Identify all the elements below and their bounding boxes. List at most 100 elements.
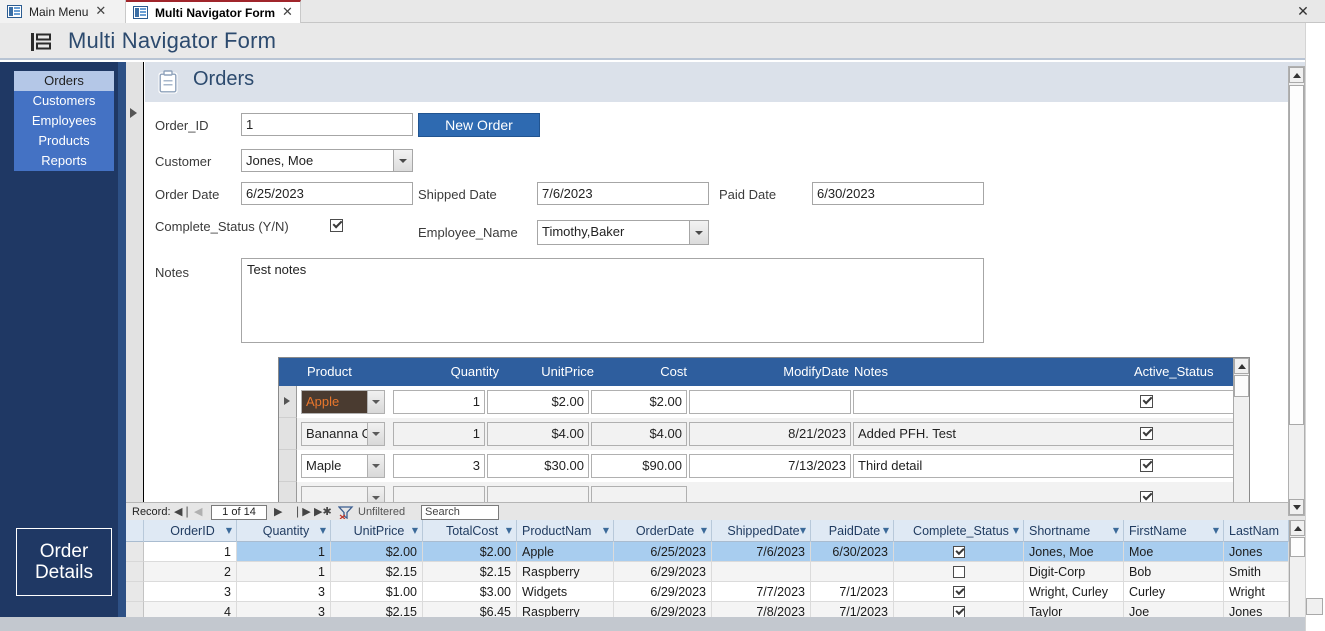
subform-col-product[interactable]: Product — [307, 358, 352, 386]
row-selector[interactable] — [126, 542, 144, 562]
sidebar-item-products[interactable]: Products — [14, 131, 114, 151]
cell-orderid[interactable]: 2 — [144, 562, 237, 582]
cell-paiddate[interactable] — [811, 562, 894, 582]
notes-textarea[interactable]: Test notes — [241, 258, 984, 343]
row-selector[interactable] — [126, 562, 144, 582]
column-lastname[interactable]: LastNam — [1224, 520, 1289, 542]
cell-paiddate[interactable]: 7/1/2023 — [811, 582, 894, 602]
cell-productname[interactable]: Widgets — [517, 582, 614, 602]
tab-multi-navigator-form[interactable]: Multi Navigator Form ✕ — [126, 0, 301, 23]
cell-paiddate[interactable]: 6/30/2023 — [811, 542, 894, 562]
cell-lastname[interactable]: Wright — [1224, 582, 1289, 602]
subform-cell-quantity[interactable]: 1 — [393, 422, 485, 446]
cell-complete-status[interactable] — [894, 582, 1024, 602]
sidebar-item-employees[interactable]: Employees — [14, 111, 114, 131]
column-firstname[interactable]: FirstName ▼ — [1124, 520, 1224, 542]
sidebar-item-reports[interactable]: Reports — [14, 151, 114, 171]
table-row[interactable]: 1 1 $2.00 $2.00 Apple 6/25/2023 7/6/2023… — [126, 542, 1305, 562]
subform-cell-active-status-checkbox[interactable] — [1140, 459, 1153, 472]
subform-cell-active-status-checkbox[interactable] — [1140, 427, 1153, 440]
chevron-down-icon[interactable] — [367, 455, 384, 477]
cell-totalcost[interactable]: $6.45 — [423, 602, 517, 617]
cell-orderdate[interactable]: 6/29/2023 — [614, 582, 712, 602]
subform-cell-notes[interactable]: Third detail — [853, 454, 1234, 478]
column-shippeddate[interactable]: ShippedDate ▼ — [712, 520, 811, 542]
cell-unitprice[interactable]: $2.00 — [331, 542, 423, 562]
cell-productname[interactable]: Raspberry — [517, 602, 614, 617]
datasheet-vertical-scrollbar[interactable] — [1289, 520, 1305, 617]
subform-cell-notes[interactable] — [853, 390, 1234, 414]
subform-cell-modifydate[interactable] — [689, 390, 851, 414]
cell-quantity[interactable]: 3 — [237, 602, 331, 617]
order-id-input[interactable]: 1 — [241, 113, 413, 136]
new-record-button[interactable]: ▶✱ — [314, 503, 332, 520]
cell-unitprice[interactable]: $2.15 — [331, 602, 423, 617]
cell-quantity[interactable]: 3 — [237, 582, 331, 602]
cell-totalcost[interactable]: $3.00 — [423, 582, 517, 602]
paid-date-input[interactable]: 6/30/2023 — [812, 182, 984, 205]
cell-shippeddate[interactable] — [712, 562, 811, 582]
table-row[interactable]: 4 3 $2.15 $6.45 Raspberry 6/29/2023 7/8/… — [126, 602, 1305, 617]
close-icon[interactable]: ✕ — [95, 5, 106, 18]
complete-status-checkbox[interactable] — [952, 566, 965, 578]
subform-cell-quantity[interactable]: 1 — [393, 390, 485, 414]
scroll-up-icon[interactable] — [1290, 520, 1305, 536]
column-paiddate[interactable]: PaidDate ▼ — [811, 520, 894, 542]
outer-scroll-down-icon[interactable] — [1306, 598, 1323, 615]
subform-cell-notes[interactable]: Added PFH. Test — [853, 422, 1234, 446]
cell-orderdate[interactable]: 6/29/2023 — [614, 602, 712, 617]
cell-orderid[interactable]: 1 — [144, 542, 237, 562]
subform-cell-quantity[interactable]: 3 — [393, 454, 485, 478]
cell-firstname[interactable]: Moe — [1124, 542, 1224, 562]
cell-orderdate[interactable]: 6/29/2023 — [614, 562, 712, 582]
cell-firstname[interactable]: Bob — [1124, 562, 1224, 582]
subform-col-notes[interactable]: Notes — [854, 358, 888, 386]
cell-orderid[interactable]: 4 — [144, 602, 237, 617]
form-vertical-scrollbar[interactable] — [1288, 66, 1305, 516]
row-selector[interactable] — [126, 602, 144, 617]
scroll-up-icon[interactable] — [1289, 67, 1304, 83]
cell-shippeddate[interactable]: 7/6/2023 — [712, 542, 811, 562]
cell-firstname[interactable]: Joe — [1124, 602, 1224, 617]
complete-status-checkbox[interactable] — [952, 606, 965, 617]
cell-lastname[interactable]: Smith — [1224, 562, 1289, 582]
subform-cell-unitprice[interactable]: $2.00 — [487, 390, 589, 414]
subform-cell-unitprice[interactable]: $30.00 — [487, 454, 589, 478]
search-input[interactable]: Search — [421, 505, 499, 520]
subform-cell-cost[interactable]: $2.00 — [591, 390, 687, 414]
cell-shippeddate[interactable]: 7/7/2023 — [712, 582, 811, 602]
sidebar-item-orders[interactable]: Orders — [14, 71, 114, 91]
chevron-down-icon[interactable] — [367, 391, 384, 413]
next-record-button[interactable]: ▶ — [274, 503, 282, 520]
cell-lastname[interactable]: Jones — [1224, 542, 1289, 562]
scrollbar-thumb[interactable] — [1234, 375, 1249, 397]
cell-totalcost[interactable]: $2.00 — [423, 542, 517, 562]
employee-name-combobox[interactable]: Timothy,Baker — [537, 220, 709, 245]
close-icon[interactable]: ✕ — [282, 6, 293, 19]
cell-orderdate[interactable]: 6/25/2023 — [614, 542, 712, 562]
chevron-down-icon[interactable] — [393, 150, 412, 171]
table-row[interactable]: 2 1 $2.15 $2.15 Raspberry 6/29/2023 Digi… — [126, 562, 1305, 582]
subform-cell-product[interactable]: Bananna C — [301, 422, 385, 446]
shipped-date-input[interactable]: 7/6/2023 — [537, 182, 709, 205]
column-complete-status[interactable]: Complete_Status ▼ — [894, 520, 1024, 542]
complete-status-checkbox[interactable] — [952, 546, 965, 558]
column-orderdate[interactable]: OrderDate ▼ — [614, 520, 712, 542]
subform-cell-cost[interactable]: $4.00 — [591, 422, 687, 446]
cell-complete-status[interactable] — [894, 602, 1024, 617]
filter-status-label[interactable]: Unfiltered — [358, 503, 405, 520]
subform-col-quantity[interactable]: Quantity — [419, 358, 499, 386]
complete-status-checkbox[interactable] — [952, 586, 965, 598]
row-selector[interactable] — [279, 450, 297, 482]
subform-cell-active-status-checkbox[interactable] — [1140, 395, 1153, 408]
subform-cell-product[interactable]: Apple — [301, 390, 385, 414]
scroll-down-icon[interactable] — [1289, 499, 1304, 515]
cell-shortname[interactable]: Taylor — [1024, 602, 1124, 617]
tab-main-menu[interactable]: Main Menu ✕ — [0, 0, 126, 23]
column-quantity[interactable]: Quantity ▼ — [237, 520, 331, 542]
column-productname[interactable]: ProductNam ▼ — [517, 520, 614, 542]
row-selector[interactable] — [279, 386, 297, 418]
cell-shippeddate[interactable]: 7/8/2023 — [712, 602, 811, 617]
cell-shortname[interactable]: Jones, Moe — [1024, 542, 1124, 562]
new-order-button[interactable]: New Order — [418, 113, 540, 137]
